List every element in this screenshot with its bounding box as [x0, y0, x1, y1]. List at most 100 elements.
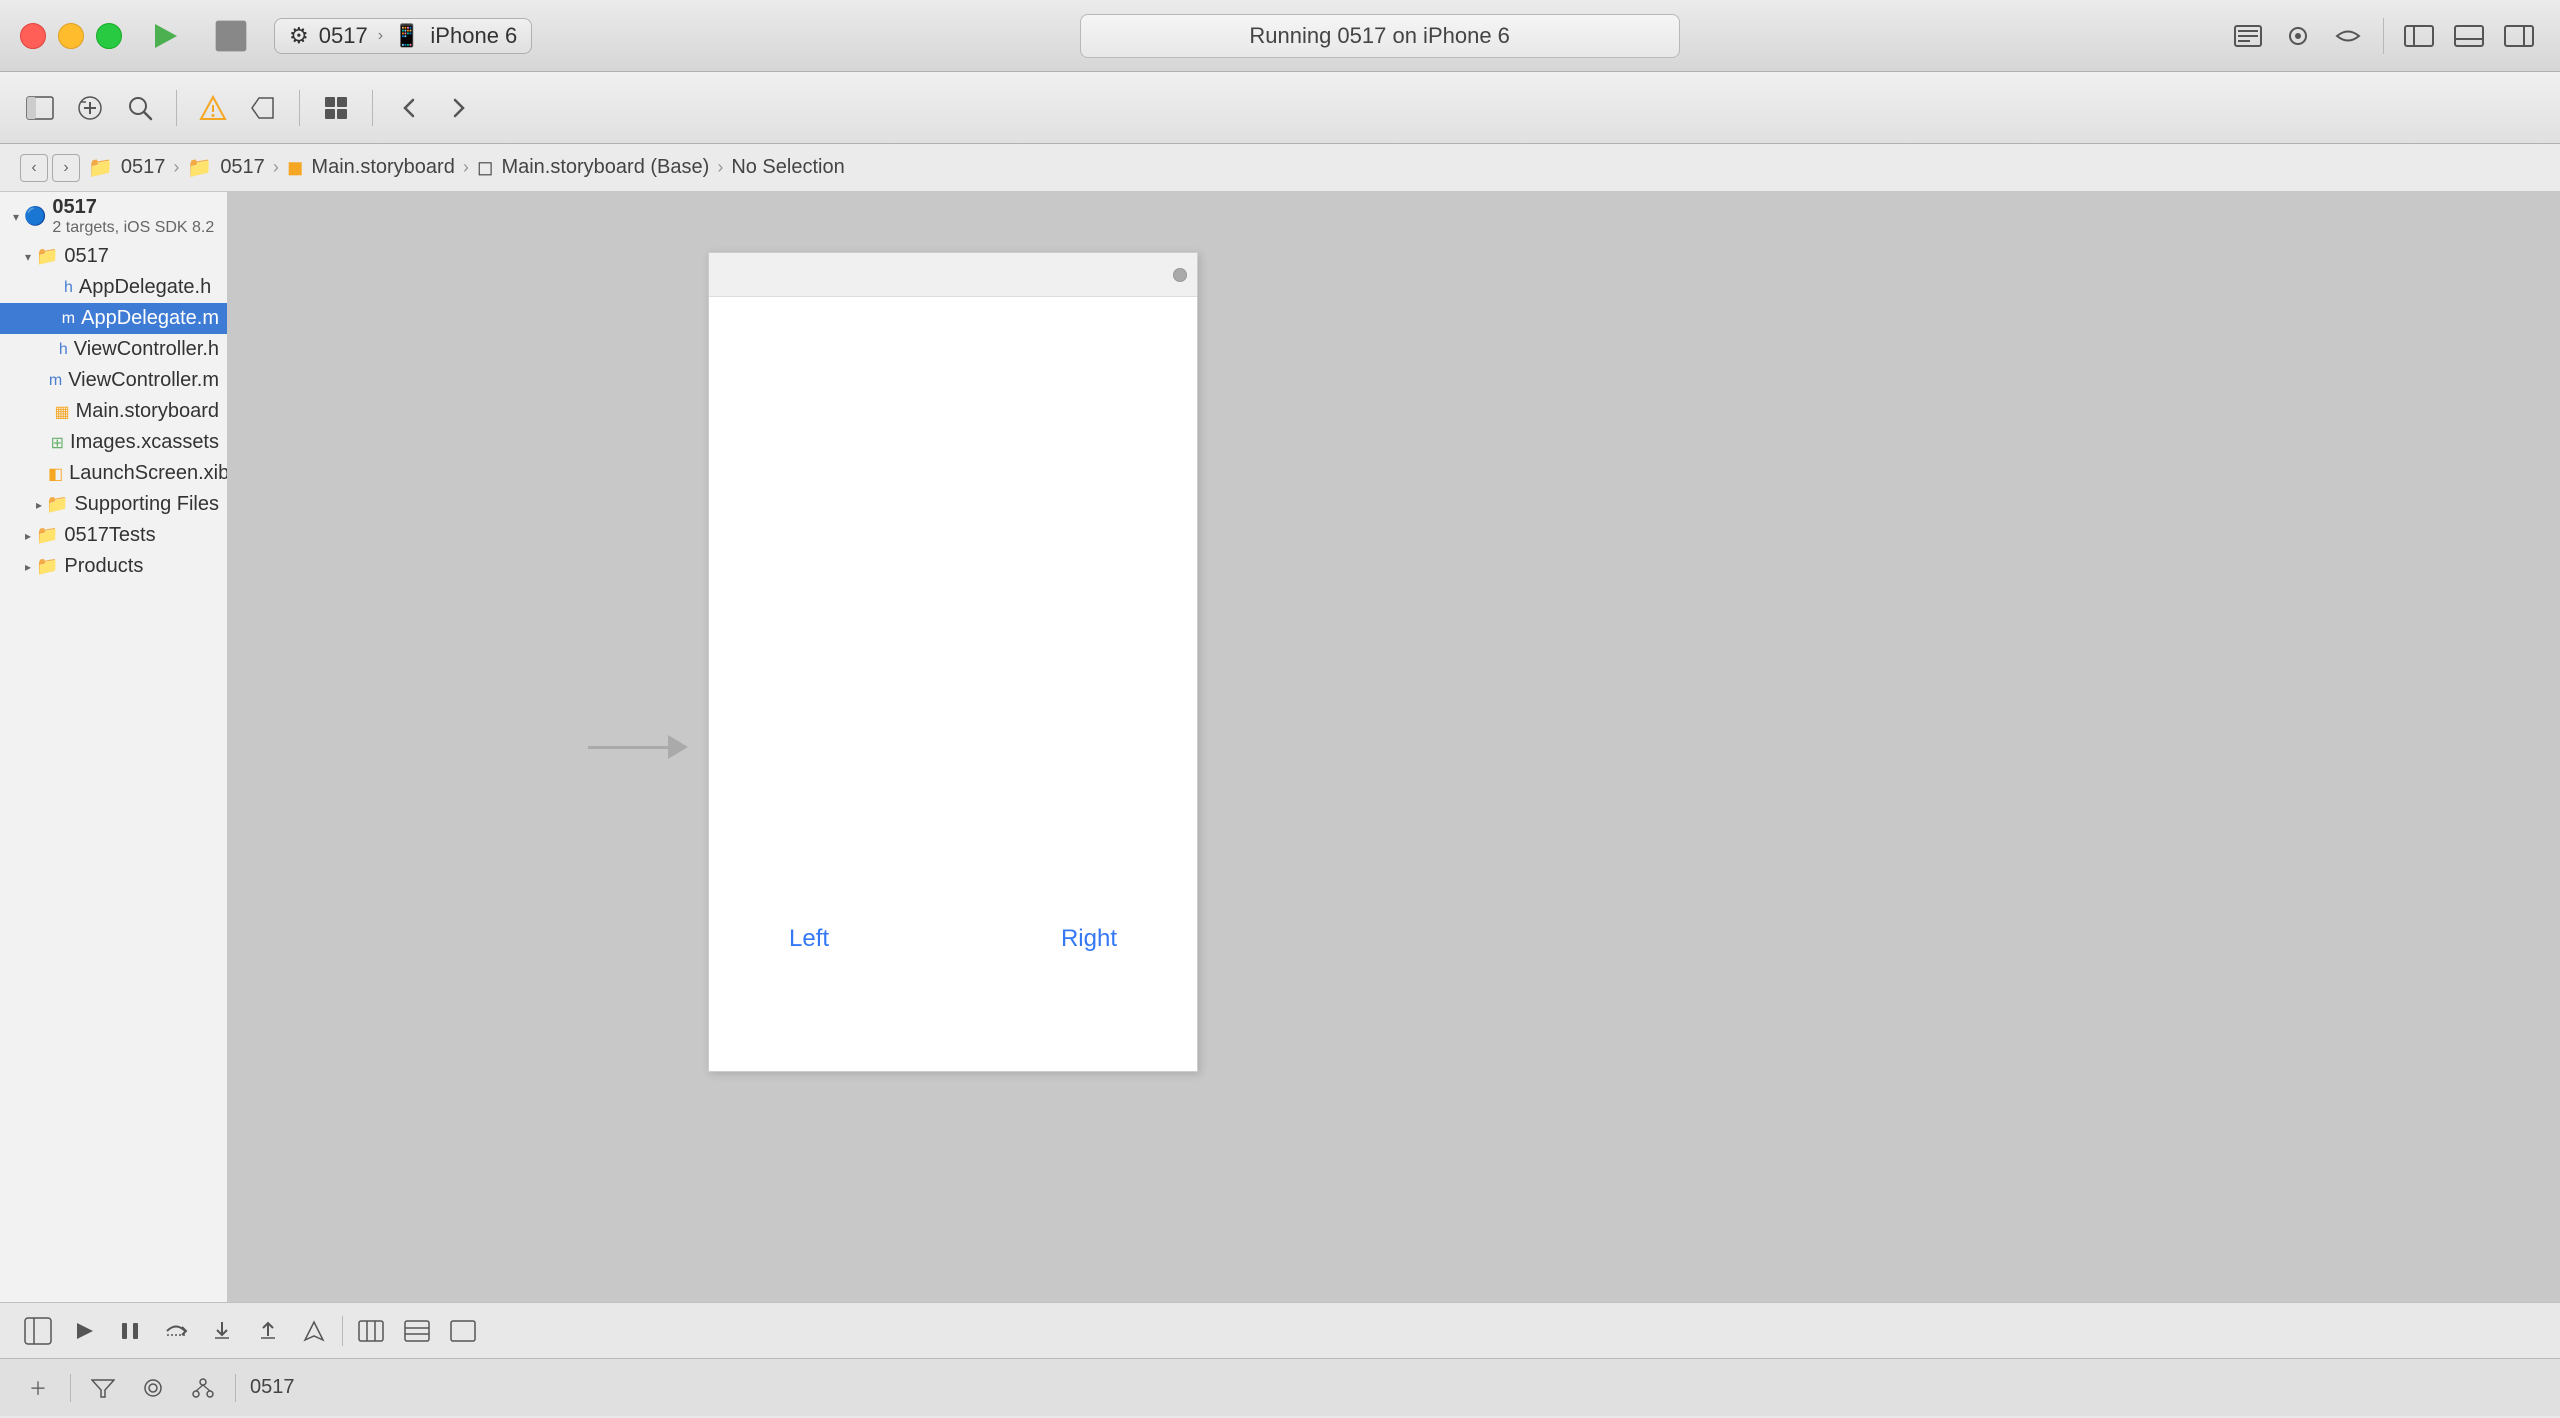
warning-button[interactable] [193, 88, 233, 128]
group-folder-icon: 📁 [36, 246, 58, 267]
navigator-sidebar-button[interactable] [20, 88, 60, 128]
sidebar-file-appdelegate-h[interactable]: h AppDelegate.h [0, 272, 227, 303]
file-name: ViewController.m [68, 369, 219, 392]
breadcrumb-sep-3: › [717, 157, 723, 178]
sidebar-group-supporting-files[interactable]: 📁 Supporting Files [0, 489, 227, 520]
breadcrumb-icon-0: 📁 [88, 155, 113, 180]
project-expand-icon[interactable] [8, 209, 24, 225]
xcassets-icon: ⊞ [51, 433, 64, 453]
titlebar-right [2227, 15, 2540, 57]
back-button[interactable] [389, 88, 429, 128]
storyboard-icon: ▦ [54, 402, 69, 422]
running-text: Running 0517 on iPhone 6 [1249, 23, 1510, 48]
titlebar-center: Running 0517 on iPhone 6 [552, 14, 2207, 58]
project-subtitle: 2 targets, iOS SDK 8.2 [52, 219, 214, 237]
step-over-button[interactable] [158, 1313, 194, 1349]
storyboard-canvas[interactable]: Left Right [228, 192, 2560, 1302]
file-name: ViewController.h [74, 338, 219, 361]
file-m-icon: m [49, 372, 62, 390]
breadcrumb-icon-3: ◻ [477, 155, 494, 180]
file-name: Images.xcassets [70, 431, 219, 454]
sidebar-file-viewcontroller-m[interactable]: m ViewController.m [0, 365, 227, 396]
device-name: iPhone 6 [430, 23, 517, 49]
filter-button[interactable] [85, 1370, 121, 1406]
navigator-toggle[interactable] [2398, 15, 2440, 57]
sidebar-project-root[interactable]: 🔵 0517 2 targets, iOS SDK 8.2 [0, 192, 227, 241]
breadcrumb-sep-2: › [463, 157, 469, 178]
group-name: 0517Tests [64, 524, 155, 547]
group-name: Supporting Files [74, 493, 219, 516]
scheme-selector[interactable]: ⚙ 0517 › 📱 iPhone 6 [274, 18, 532, 54]
add-file-button[interactable]: ＋ [20, 1370, 56, 1406]
scope-button[interactable] [135, 1370, 171, 1406]
group-expand-icon[interactable] [20, 249, 36, 265]
forward-button[interactable] [439, 88, 479, 128]
inspector-toggle[interactable] [20, 1313, 56, 1349]
folder-icon: 📁 [36, 525, 58, 546]
step-into-button[interactable] [204, 1313, 240, 1349]
breadcrumb-sep-0: › [173, 157, 179, 178]
breadcrumb-nav: ‹ › [20, 154, 80, 182]
editor-version-button[interactable] [2327, 15, 2369, 57]
entry-arrow [588, 735, 688, 759]
utilities-toggle[interactable] [2498, 15, 2540, 57]
breakpoint-button[interactable] [243, 88, 283, 128]
sidebar-file-appdelegate-m[interactable]: m AppDelegate.m [0, 303, 227, 334]
main-layout: 🔵 0517 2 targets, iOS SDK 8.2 📁 0517 h A… [0, 192, 2560, 1302]
pause-button[interactable] [112, 1313, 148, 1349]
scheme-icon: ⚙ [289, 23, 309, 49]
minimize-button[interactable] [58, 23, 84, 49]
run-button[interactable] [142, 13, 188, 59]
supporting-expand-icon[interactable] [32, 497, 46, 513]
file-h-icon: h [59, 341, 68, 359]
location-button[interactable] [296, 1313, 332, 1349]
breadcrumb-item-1[interactable]: 0517 [220, 156, 265, 179]
grid-view-button[interactable] [316, 88, 356, 128]
sidebar-group-0517[interactable]: 📁 0517 [0, 241, 227, 272]
project-name: 0517 [52, 196, 214, 219]
toolbar [0, 72, 2560, 144]
breadcrumb-item-3[interactable]: Main.storyboard (Base) [501, 156, 709, 179]
debug-toggle[interactable] [2448, 15, 2490, 57]
xib-icon: ◧ [48, 464, 63, 484]
file-name: LaunchScreen.xib [69, 462, 228, 485]
maximize-button[interactable] [96, 23, 122, 49]
sidebar-file-launchscreen-xib[interactable]: ◧ LaunchScreen.xib [0, 458, 227, 489]
scheme-bottom-label: 0517 [250, 1376, 295, 1399]
view-controller[interactable]: Left Right [708, 252, 1198, 1072]
sidebar-group-tests[interactable]: 📁 0517Tests [0, 520, 227, 551]
close-button[interactable] [20, 23, 46, 49]
titlebar: ⚙ 0517 › 📱 iPhone 6 Running 0517 on iPho… [0, 0, 2560, 72]
products-expand-icon[interactable] [20, 559, 36, 575]
editor-standard-button[interactable] [2227, 15, 2269, 57]
breadcrumb-item-0[interactable]: 0517 [121, 156, 166, 179]
folder-icon: 📁 [36, 556, 58, 577]
breadcrumb-forward[interactable]: › [52, 154, 80, 182]
right-button[interactable]: Right [1061, 925, 1117, 953]
search-button[interactable] [120, 88, 160, 128]
step-out-button[interactable] [250, 1313, 286, 1349]
breadcrumb: ‹ › 📁 0517 › 📁 0517 › ◼ Main.storyboard … [0, 144, 2560, 192]
layout-split-button[interactable] [353, 1313, 389, 1349]
sidebar-file-main-storyboard[interactable]: ▦ Main.storyboard [0, 396, 227, 427]
sidebar-group-products[interactable]: 📁 Products [0, 551, 227, 582]
sidebar: 🔵 0517 2 targets, iOS SDK 8.2 📁 0517 h A… [0, 192, 228, 1302]
left-button[interactable]: Left [789, 925, 829, 953]
sidebar-file-images-xcassets[interactable]: ⊞ Images.xcassets [0, 427, 227, 458]
play-bottom-button[interactable] [66, 1313, 102, 1349]
vc-dot [1173, 268, 1187, 282]
sidebar-file-viewcontroller-h[interactable]: h ViewController.h [0, 334, 227, 365]
add-target-button[interactable] [70, 88, 110, 128]
breadcrumb-item-4[interactable]: No Selection [731, 156, 844, 179]
folder-icon: 📁 [46, 494, 68, 515]
stop-button[interactable] [208, 13, 254, 59]
breadcrumb-back[interactable]: ‹ [20, 154, 48, 182]
layout-full-button[interactable] [445, 1313, 481, 1349]
breadcrumb-item-2[interactable]: Main.storyboard [311, 156, 454, 179]
layout-horizontal-button[interactable] [399, 1313, 435, 1349]
hierarchy-button[interactable] [185, 1370, 221, 1406]
tests-expand-icon[interactable] [20, 528, 36, 544]
editor-assistant-button[interactable] [2277, 15, 2319, 57]
breadcrumb-sep-1: › [273, 157, 279, 178]
running-indicator: Running 0517 on iPhone 6 [1080, 14, 1680, 58]
